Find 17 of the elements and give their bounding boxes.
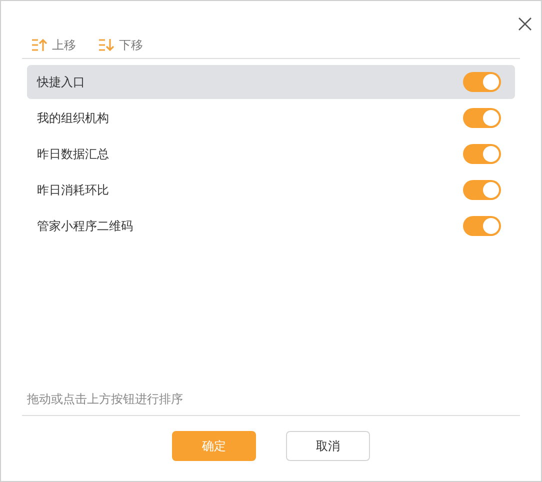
hint-text: 拖动或点击上方按钮进行排序 [26, 391, 184, 408]
list-item[interactable]: 昨日数据汇总 [27, 137, 515, 171]
list-item[interactable]: 管家小程序二维码 [27, 209, 515, 243]
toggle-switch[interactable] [463, 216, 501, 236]
move-button[interactable]: 下移 [98, 36, 143, 54]
list-item[interactable]: 快捷入口 [27, 65, 515, 99]
toggle-switch[interactable] [463, 144, 501, 164]
sort-icon [98, 38, 114, 52]
move-button[interactable]: 上移 [31, 36, 76, 54]
close-icon[interactable] [518, 17, 532, 31]
sort-icon [31, 38, 47, 52]
toggle-switch[interactable] [463, 108, 501, 128]
list-item[interactable]: 我的组织机构 [27, 101, 515, 135]
list-item[interactable]: 昨日消耗环比 [27, 173, 515, 207]
toggle-switch[interactable] [463, 180, 501, 200]
cancel-button[interactable]: 取消 [286, 431, 370, 461]
toggle-switch[interactable] [463, 72, 501, 92]
